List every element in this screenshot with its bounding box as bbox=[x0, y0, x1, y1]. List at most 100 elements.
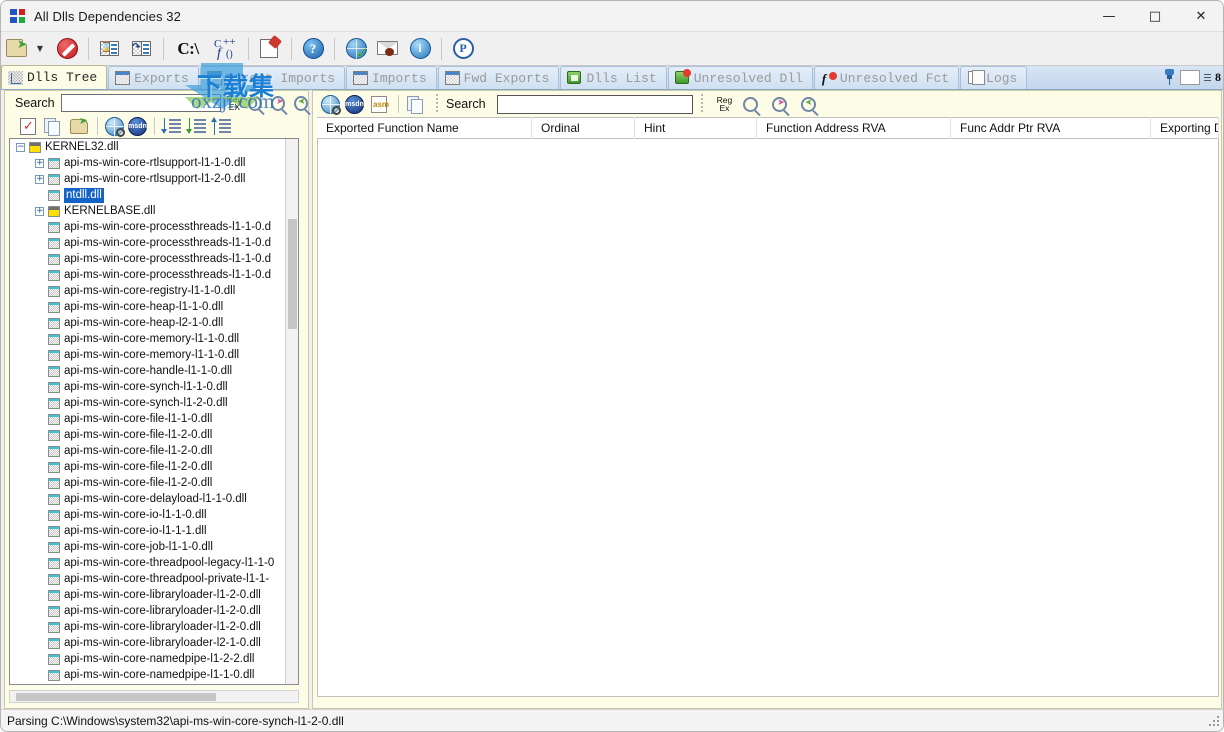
dlls-tree[interactable]: − KERNEL32.dll + api-ms-win-core-rtlsupport… bbox=[9, 138, 299, 685]
tree-item[interactable]: − KERNEL32.dll bbox=[10, 139, 298, 155]
tree-item[interactable]: api-ms-win-core-threadpool-private-l1-1- bbox=[10, 571, 298, 587]
tree-item[interactable]: api-ms-win-core-namedpipe-l1-2-1.dll bbox=[10, 683, 298, 684]
resize-grip-icon[interactable] bbox=[1207, 714, 1221, 728]
report-bug-button[interactable] bbox=[374, 34, 402, 64]
tree-item[interactable]: api-ms-win-core-synch-l1-1-0.dll bbox=[10, 379, 298, 395]
column-header[interactable]: Hint bbox=[635, 117, 757, 139]
msdn-icon[interactable]: msdn bbox=[345, 94, 364, 114]
tree-item[interactable]: api-ms-win-core-libraryloader-l1-2-0.dll bbox=[10, 587, 298, 603]
tree-item[interactable]: api-ms-win-core-registry-l1-1-0.dll bbox=[10, 283, 298, 299]
tree-item[interactable]: api-ms-win-core-delayload-l1-1-0.dll bbox=[10, 491, 298, 507]
tree-item[interactable]: api-ms-win-core-file-l1-1-0.dll bbox=[10, 411, 298, 427]
tree-item[interactable]: ntdll.dll bbox=[10, 187, 298, 203]
tree-item[interactable]: api-ms-win-core-memory-l1-1-0.dll bbox=[10, 347, 298, 363]
msdn-icon[interactable]: msdn bbox=[128, 116, 147, 136]
about-button[interactable]: i bbox=[406, 34, 434, 64]
tree-item[interactable]: api-ms-win-core-heap-l1-1-0.dll bbox=[10, 299, 298, 315]
asm-document-icon[interactable]: asm bbox=[369, 95, 390, 114]
magnifier-icon[interactable] bbox=[248, 95, 263, 111]
expand-plus-icon[interactable]: + bbox=[35, 174, 44, 184]
tree-item[interactable]: api-ms-win-core-namedpipe-l1-1-0.dll bbox=[10, 667, 298, 683]
tree-item[interactable]: api-ms-win-core-handle-l1-1-0.dll bbox=[10, 363, 298, 379]
direct-dependencies-button[interactable]: ↷ bbox=[128, 34, 156, 64]
magnifier-prev-icon[interactable] bbox=[294, 95, 309, 111]
expand-plus-icon[interactable]: + bbox=[35, 158, 44, 168]
tree-item[interactable]: api-ms-win-core-namedpipe-l1-2-2.dll bbox=[10, 651, 298, 667]
scrollbar-thumb[interactable] bbox=[16, 693, 216, 701]
clipboard-button[interactable] bbox=[256, 34, 284, 64]
tree-item[interactable]: api-ms-win-core-libraryloader-l1-2-0.dll bbox=[10, 619, 298, 635]
globe-search-icon[interactable] bbox=[321, 94, 341, 115]
tree-item[interactable]: api-ms-win-core-heap-l2-1-0.dll bbox=[10, 315, 298, 331]
full-dependencies-button[interactable]: ⌛ bbox=[96, 34, 124, 64]
close-button[interactable]: ✕ bbox=[1178, 1, 1223, 32]
copy-icon[interactable] bbox=[44, 117, 65, 136]
tab-fwd-exports[interactable]: Fwd Exports bbox=[437, 66, 560, 89]
open-dropdown-button[interactable]: ▼ bbox=[35, 34, 49, 64]
tab-logs[interactable]: Logs bbox=[960, 66, 1028, 89]
tree-item[interactable]: api-ms-win-core-libraryloader-l2-1-0.dll bbox=[10, 635, 298, 651]
search-input[interactable] bbox=[60, 94, 221, 112]
system-folder-button[interactable]: C:\ bbox=[171, 34, 205, 64]
check-update-button[interactable]: ✓ bbox=[342, 34, 370, 64]
expand-up-icon[interactable] bbox=[211, 116, 233, 136]
magnifier-prev-icon[interactable] bbox=[801, 96, 817, 112]
tab-parent-imports[interactable]: Parent Imports bbox=[199, 66, 346, 89]
expand-down-icon[interactable] bbox=[161, 117, 183, 136]
column-header[interactable]: Exporting Dll bbox=[1151, 117, 1219, 139]
document-check-icon[interactable]: ✓ bbox=[19, 117, 40, 136]
tree-item[interactable]: api-ms-win-core-processthreads-l1-1-0.d bbox=[10, 267, 298, 283]
tree-item[interactable]: api-ms-win-core-processthreads-l1-1-0.d bbox=[10, 219, 298, 235]
tab-dlls-tree[interactable]: Dlls Tree bbox=[1, 65, 108, 89]
tree-item[interactable]: api-ms-win-core-processthreads-l1-1-0.d bbox=[10, 251, 298, 267]
tree-item[interactable]: + api-ms-win-core-rtlsupport-l1-1-0.dll bbox=[10, 155, 298, 171]
tree-item[interactable]: api-ms-win-core-file-l1-2-0.dll bbox=[10, 459, 298, 475]
maximize-button[interactable]: □ bbox=[1132, 1, 1178, 32]
tree-item[interactable]: api-ms-win-core-file-l1-2-0.dll bbox=[10, 475, 298, 491]
magnifier-next-icon[interactable] bbox=[772, 96, 788, 112]
search-input[interactable] bbox=[496, 94, 693, 114]
tree-item[interactable]: api-ms-win-core-memory-l1-1-0.dll bbox=[10, 331, 298, 347]
pin-icon[interactable] bbox=[1163, 69, 1176, 85]
minimize-button[interactable]: — bbox=[1086, 1, 1132, 32]
tree-item[interactable]: api-ms-win-core-threadpool-legacy-l1-1-0 bbox=[10, 555, 298, 571]
help-button[interactable]: ? bbox=[299, 34, 327, 64]
globe-search-icon[interactable] bbox=[105, 116, 125, 137]
expand-plus-icon[interactable]: + bbox=[35, 206, 44, 216]
tab-unresolved-fct[interactable]: f Unresolved Fct bbox=[813, 66, 960, 89]
open-file-button[interactable]: ➤ bbox=[3, 34, 31, 64]
collapse-minus-icon[interactable]: − bbox=[16, 142, 25, 152]
donate-button[interactable]: P bbox=[449, 34, 477, 64]
undecorate-button[interactable]: C ++ f() bbox=[209, 34, 241, 64]
collapse-down-icon[interactable] bbox=[186, 117, 208, 136]
tree-vertical-scrollbar[interactable] bbox=[285, 139, 298, 684]
tree-item[interactable]: api-ms-win-core-file-l1-2-0.dll bbox=[10, 443, 298, 459]
window-box-icon[interactable] bbox=[1180, 69, 1200, 85]
tree-horizontal-scrollbar[interactable] bbox=[9, 690, 299, 703]
tab-dlls-list[interactable]: Dlls List bbox=[560, 66, 667, 89]
tree-item[interactable]: api-ms-win-core-libraryloader-l1-2-0.dll bbox=[10, 603, 298, 619]
tree-item[interactable]: api-ms-win-core-io-l1-1-0.dll bbox=[10, 507, 298, 523]
folder-open-small-icon[interactable]: ➤ bbox=[69, 116, 90, 136]
copy-grid-icon[interactable] bbox=[407, 95, 428, 114]
tree-item[interactable]: api-ms-win-core-job-l1-1-0.dll bbox=[10, 539, 298, 555]
column-header[interactable]: Function Address RVA bbox=[757, 117, 951, 139]
tab-unresolved-dll[interactable]: Unresolved Dll bbox=[667, 66, 813, 89]
tab-exports[interactable]: Exports bbox=[108, 66, 199, 89]
tree-item[interactable]: api-ms-win-core-file-l1-2-0.dll bbox=[10, 427, 298, 443]
tree-item[interactable]: api-ms-win-core-io-l1-1-1.dll bbox=[10, 523, 298, 539]
tree-item[interactable]: api-ms-win-core-synch-l1-2-0.dll bbox=[10, 395, 298, 411]
magnifier-icon[interactable] bbox=[743, 96, 759, 112]
exports-grid-body[interactable] bbox=[317, 139, 1219, 697]
tree-item[interactable]: api-ms-win-core-processthreads-l1-1-0.d bbox=[10, 235, 298, 251]
stop-button[interactable] bbox=[53, 34, 81, 64]
tree-item[interactable]: + api-ms-win-core-rtlsupport-l1-2-0.dll bbox=[10, 171, 298, 187]
magnifier-next-icon[interactable] bbox=[271, 95, 286, 111]
tab-imports[interactable]: Imports bbox=[346, 66, 437, 89]
expander-placeholder bbox=[35, 479, 44, 488]
column-header[interactable]: Ordinal bbox=[532, 117, 635, 139]
scrollbar-thumb[interactable] bbox=[288, 219, 297, 329]
column-header[interactable]: Func Addr Ptr RVA bbox=[951, 117, 1151, 139]
tree-item[interactable]: + KERNELBASE.dll bbox=[10, 203, 298, 219]
column-header[interactable]: Exported Function Name bbox=[317, 117, 532, 139]
